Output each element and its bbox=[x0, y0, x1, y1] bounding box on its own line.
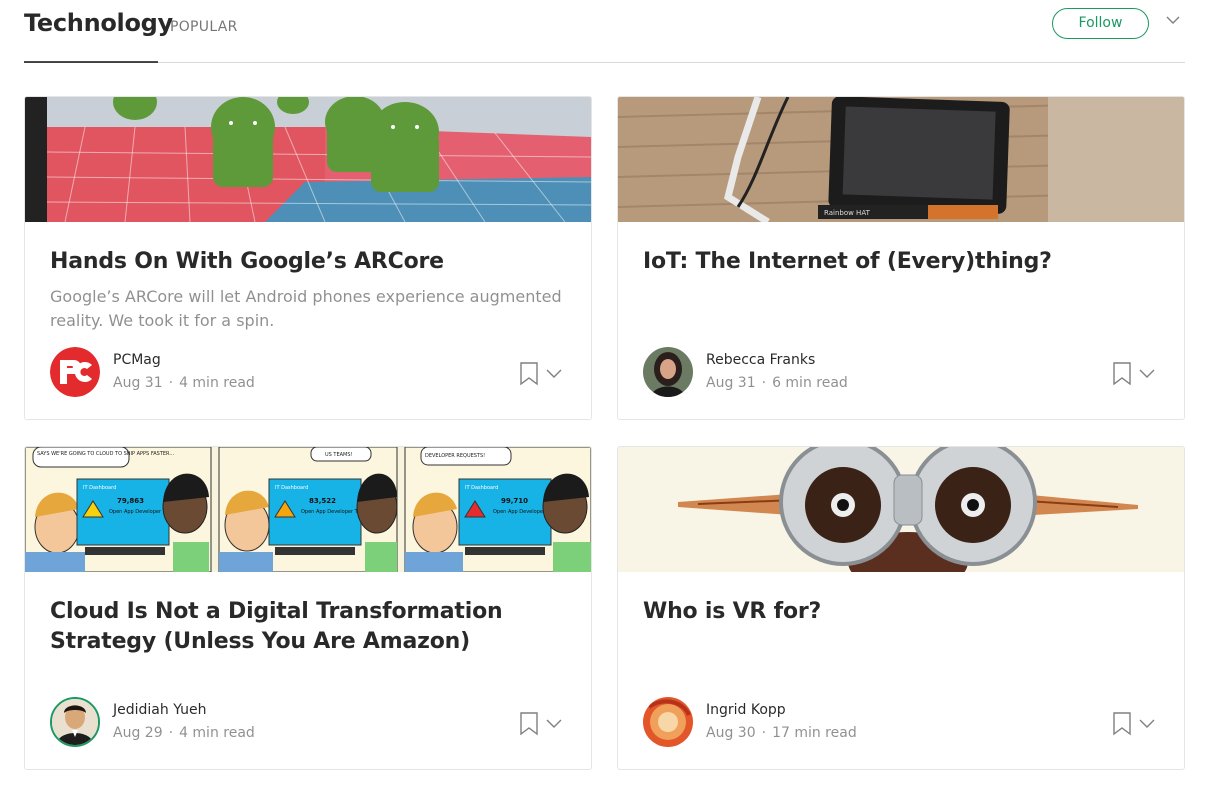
chevron-down-icon[interactable] bbox=[1165, 12, 1181, 28]
comic-bubble-text: US TEAMS! bbox=[325, 452, 353, 458]
person-photo-icon bbox=[643, 697, 693, 747]
avatar[interactable] bbox=[50, 697, 100, 747]
dashboard-title: IT Dashboard bbox=[83, 485, 116, 491]
bookmark-icon[interactable] bbox=[1112, 712, 1132, 736]
ticket-count: 99,710 bbox=[501, 497, 528, 505]
active-tab-indicator bbox=[24, 61, 158, 63]
tab-popular[interactable]: POPULAR bbox=[170, 19, 238, 35]
post-title[interactable]: Hands On With Google’s ARCore bbox=[50, 247, 570, 277]
post-meta: Aug 31 · 6 min read bbox=[706, 375, 848, 391]
header-divider bbox=[24, 62, 1185, 63]
post-date: Aug 29 bbox=[113, 725, 163, 741]
post-card[interactable]: Who is VR for? Ingrid Kopp Aug 30 · 17 min… bbox=[617, 446, 1185, 770]
chevron-down-icon[interactable] bbox=[545, 715, 563, 731]
person-photo-icon bbox=[643, 347, 693, 397]
post-title[interactable]: Who is VR for? bbox=[643, 597, 1163, 627]
read-time: 6 min read bbox=[772, 375, 848, 391]
bookmark-icon[interactable] bbox=[519, 712, 539, 736]
chevron-down-icon[interactable] bbox=[545, 365, 563, 381]
post-date: Aug 30 bbox=[706, 725, 756, 741]
post-image-android-ar[interactable] bbox=[25, 97, 591, 222]
author-name[interactable]: Ingrid Kopp bbox=[706, 702, 786, 718]
follow-button[interactable]: Follow bbox=[1052, 8, 1149, 39]
post-date: Aug 31 bbox=[113, 375, 163, 391]
post-image-vr-goggles[interactable] bbox=[618, 447, 1184, 572]
author-name[interactable]: PCMag bbox=[113, 352, 161, 368]
topic-header: Technology POPULAR Follow bbox=[24, 0, 1185, 64]
author-name[interactable]: Rebecca Franks bbox=[706, 352, 815, 368]
avatar[interactable] bbox=[643, 347, 693, 397]
avatar[interactable] bbox=[643, 697, 693, 747]
post-date: Aug 31 bbox=[706, 375, 756, 391]
author-name[interactable]: Jedidiah Yueh bbox=[113, 702, 207, 718]
post-title[interactable]: Cloud Is Not a Digital Transformation St… bbox=[50, 597, 570, 657]
ticket-count: 79,863 bbox=[117, 497, 144, 505]
bookmark-icon[interactable] bbox=[1112, 362, 1132, 386]
ticket-count: 83,522 bbox=[309, 497, 336, 505]
pcmag-logo-icon bbox=[50, 347, 100, 397]
post-image-it-dashboard-comic[interactable]: SAYS WE'RE GOING TO CLOUD TO SHIP APPS F… bbox=[25, 447, 591, 572]
read-time: 4 min read bbox=[179, 725, 255, 741]
post-meta: Aug 31 · 4 min read bbox=[113, 375, 255, 391]
svg-text:Rainbow HAT: Rainbow HAT bbox=[824, 209, 871, 217]
post-card[interactable]: SAYS WE'RE GOING TO CLOUD TO SHIP APPS F… bbox=[24, 446, 592, 770]
avatar[interactable] bbox=[50, 347, 100, 397]
post-card[interactable]: Rainbow HAT IoT: The Internet of (Every)… bbox=[617, 96, 1185, 420]
comic-bubble-text: SAYS WE'RE GOING TO CLOUD TO SHIP APPS F… bbox=[37, 451, 175, 457]
read-time: 4 min read bbox=[179, 375, 255, 391]
post-image-iot-display[interactable]: Rainbow HAT bbox=[618, 97, 1184, 222]
topic-title: Technology bbox=[24, 9, 173, 37]
person-photo-icon bbox=[52, 699, 98, 745]
post-meta: Aug 30 · 17 min read bbox=[706, 725, 857, 741]
post-card[interactable]: Hands On With Google’s ARCore Google’s A… bbox=[24, 96, 592, 420]
bookmark-icon[interactable] bbox=[519, 362, 539, 386]
read-time: 17 min read bbox=[772, 725, 857, 741]
post-title[interactable]: IoT: The Internet of (Every)thing? bbox=[643, 247, 1163, 277]
dashboard-title: IT Dashboard bbox=[465, 485, 498, 491]
post-description[interactable]: Google’s ARCore will let Android phones … bbox=[50, 285, 570, 333]
post-meta: Aug 29 · 4 min read bbox=[113, 725, 255, 741]
dashboard-title: IT Dashboard bbox=[275, 485, 308, 491]
comic-bubble-text: DEVELOPER REQUESTS! bbox=[425, 453, 485, 459]
chevron-down-icon[interactable] bbox=[1138, 715, 1156, 731]
chevron-down-icon[interactable] bbox=[1138, 365, 1156, 381]
